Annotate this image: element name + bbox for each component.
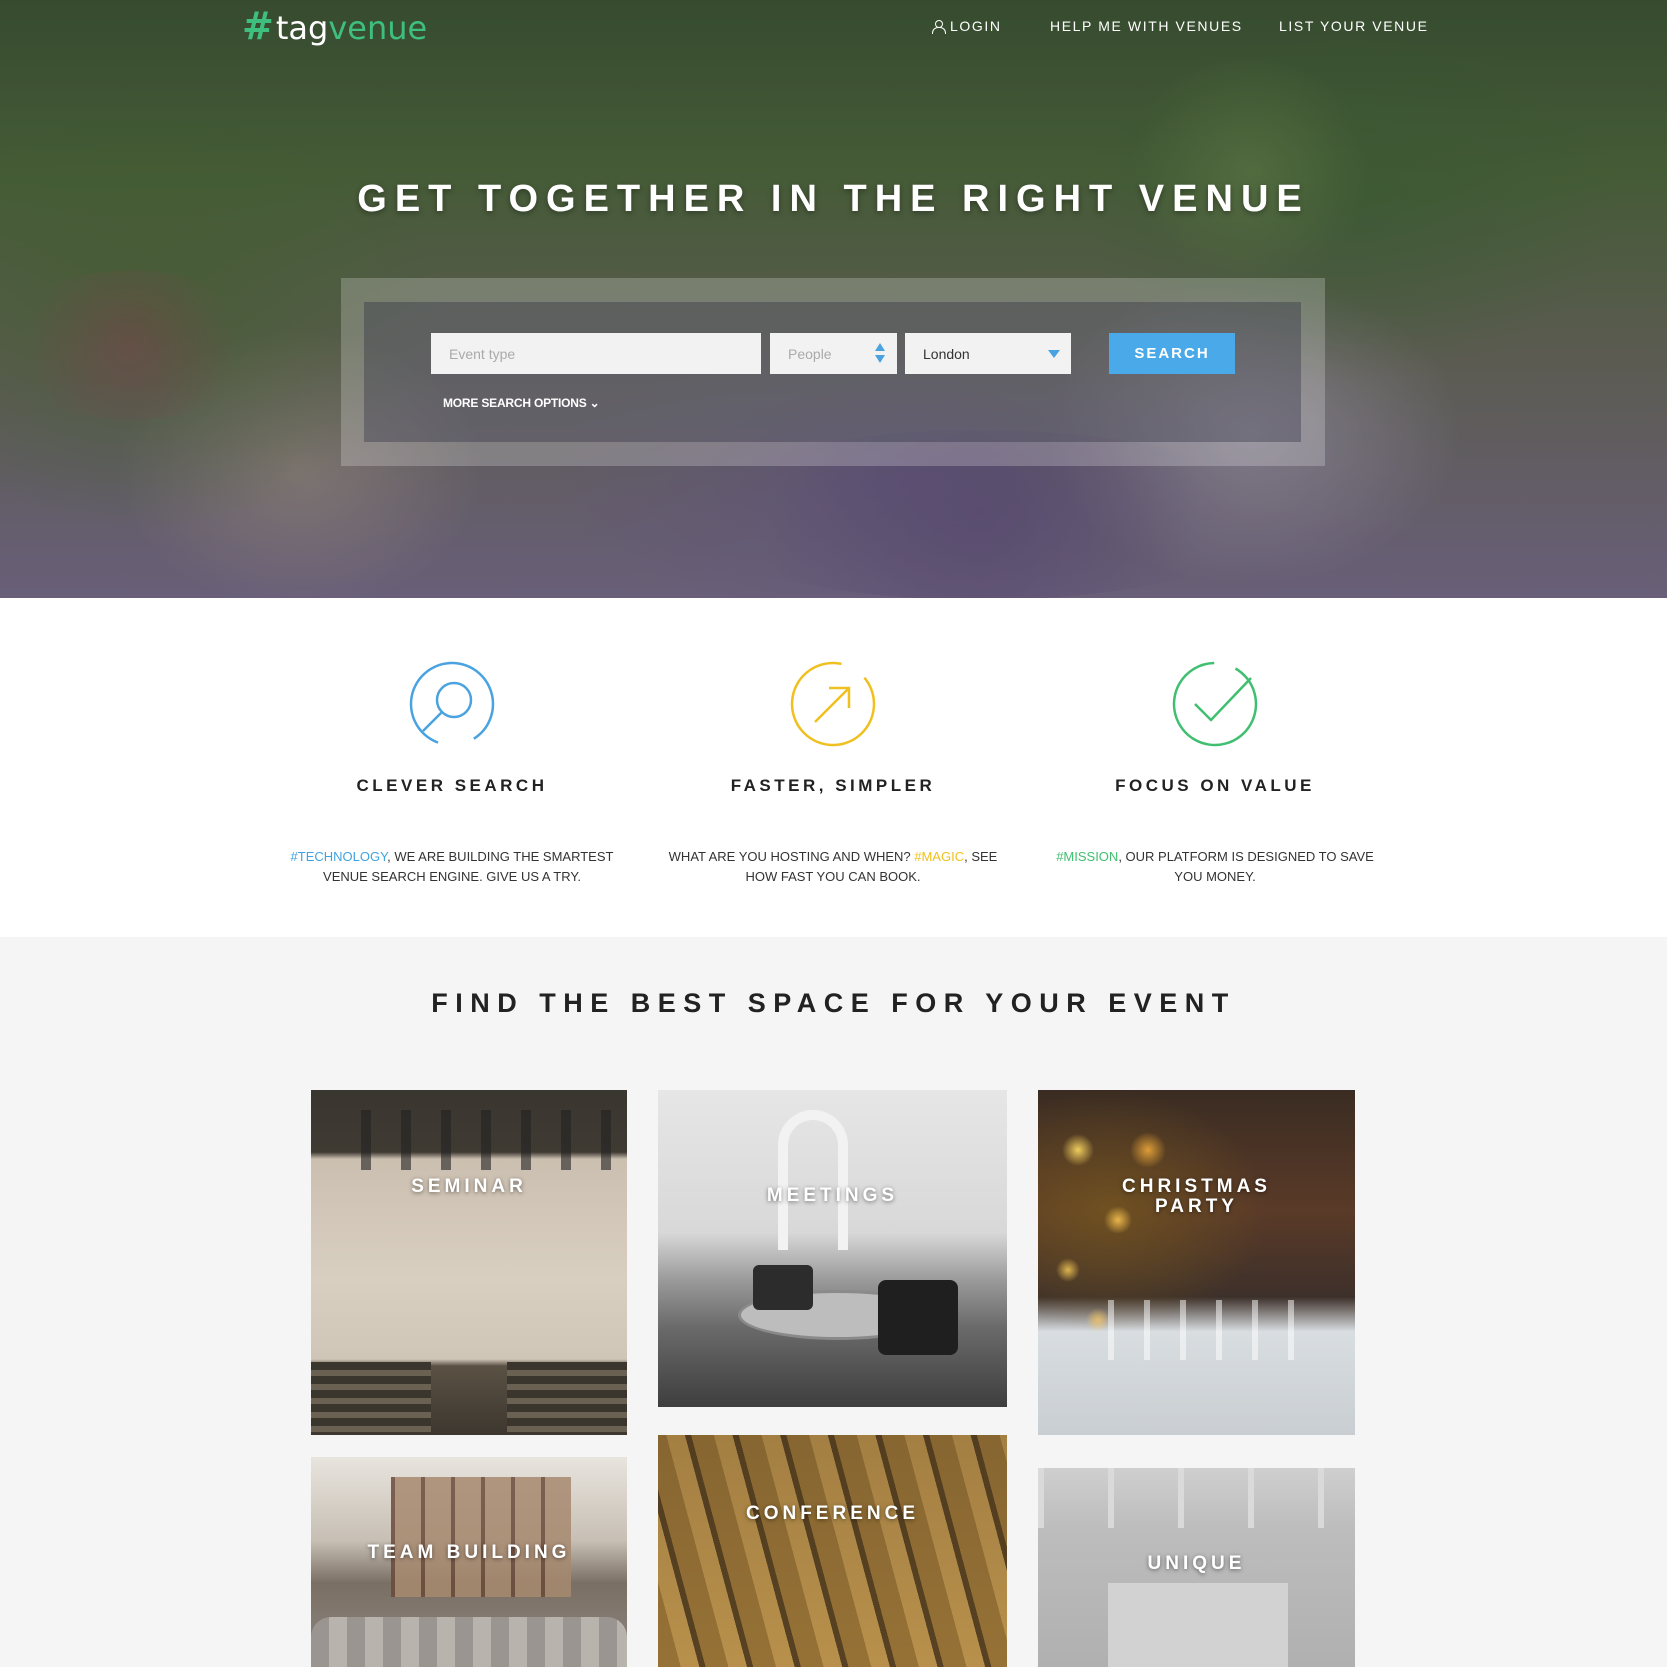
user-icon bbox=[932, 19, 946, 34]
mission-hashtag: #MISSION bbox=[1056, 849, 1119, 864]
tagvenue-logo[interactable]: # tag venue bbox=[242, 4, 427, 50]
tile-label-line2: PARTY bbox=[1155, 1196, 1238, 1217]
hero-banner: # tag venue LOGIN HELP ME WITH VENUES LI… bbox=[0, 0, 1667, 598]
technology-hashtag: #TECHNOLOGY bbox=[290, 849, 388, 864]
logo-hash: # bbox=[242, 4, 274, 48]
logo-tag: tag bbox=[275, 9, 329, 47]
tile-label: MEETINGS bbox=[766, 1185, 899, 1206]
features-section: CLEVER SEARCH #TECHNOLOGY, WE ARE BUILDI… bbox=[0, 598, 1667, 937]
seating-image bbox=[311, 1362, 431, 1432]
sofa-image bbox=[311, 1617, 627, 1667]
feature-description: #TECHNOLOGY, WE ARE BUILDING THE SMARTES… bbox=[282, 847, 622, 887]
list-your-venue-link[interactable]: LIST YOUR VENUE bbox=[1279, 18, 1429, 34]
check-icon bbox=[1172, 661, 1258, 747]
arrow-up-right-icon bbox=[790, 661, 876, 747]
bookshelf-image bbox=[391, 1477, 571, 1597]
chevron-down-icon bbox=[1048, 350, 1060, 358]
tile-label: CONFERENCE bbox=[745, 1503, 919, 1524]
search-button[interactable]: SEARCH bbox=[1109, 333, 1235, 374]
feature-description: #MISSION, OUR PLATFORM IS DESIGNED TO SA… bbox=[1045, 847, 1385, 887]
tile-label: SEMINAR bbox=[411, 1176, 527, 1197]
seating-image bbox=[507, 1362, 627, 1432]
feature-title: FASTER, SIMPLER bbox=[730, 776, 936, 795]
category-tile-seminar[interactable]: SEMINAR bbox=[311, 1090, 627, 1435]
magic-hashtag: #MAGIC bbox=[914, 849, 965, 864]
tile-label-line1: CHRISTMAS bbox=[1122, 1176, 1271, 1197]
search-icon bbox=[409, 661, 495, 747]
hero-title: GET TOGETHER IN THE RIGHT VENUE bbox=[357, 178, 1310, 220]
chair-image bbox=[878, 1280, 958, 1355]
feature-description: WHAT ARE YOU HOSTING AND WHEN? #MAGIC, S… bbox=[663, 847, 1003, 887]
help-me-with-venues-link[interactable]: HELP ME WITH VENUES bbox=[1050, 18, 1243, 34]
chairs-image bbox=[658, 1435, 1007, 1667]
category-tile-christmas-party[interactable]: CHRISTMAS PARTY bbox=[1038, 1090, 1355, 1435]
login-link[interactable]: LOGIN bbox=[932, 18, 1002, 34]
category-tile-team-building[interactable]: TEAM BUILDING bbox=[311, 1457, 627, 1667]
tile-label: UNIQUE bbox=[1147, 1553, 1246, 1574]
city-select-value: London bbox=[923, 345, 970, 362]
categories-heading: FIND THE BEST SPACE FOR YOUR EVENT bbox=[431, 988, 1236, 1018]
logo-venue: venue bbox=[328, 9, 428, 47]
wall-panel-image bbox=[1108, 1583, 1288, 1667]
stage-lights-image bbox=[331, 1110, 611, 1170]
people-stepper-arrows-icon[interactable] bbox=[875, 343, 885, 365]
tile-label: TEAM BUILDING bbox=[367, 1542, 571, 1563]
category-tile-unique[interactable]: UNIQUE bbox=[1038, 1468, 1355, 1667]
window-arch-image bbox=[778, 1110, 848, 1250]
feature-title: FOCUS ON VALUE bbox=[1115, 776, 1315, 795]
city-select[interactable]: London bbox=[905, 333, 1071, 374]
event-type-input[interactable] bbox=[431, 333, 761, 374]
feature-text-before: WHAT ARE YOU HOSTING AND WHEN? bbox=[668, 849, 915, 864]
category-tile-meetings[interactable]: MEETINGS bbox=[658, 1090, 1007, 1407]
ceiling-beams-image bbox=[1038, 1468, 1355, 1528]
feature-text-after: , OUR PLATFORM IS DESIGNED TO SAVE YOU M… bbox=[1118, 849, 1374, 884]
more-search-options-link[interactable]: MORE SEARCH OPTIONS ⌄ bbox=[443, 396, 600, 410]
table-setting-image bbox=[1078, 1300, 1298, 1360]
top-navigation: # tag venue LOGIN HELP ME WITH VENUES LI… bbox=[0, 0, 1667, 52]
category-tile-conference[interactable]: CONFERENCE bbox=[658, 1435, 1007, 1667]
login-label: LOGIN bbox=[950, 18, 1002, 34]
feature-title: CLEVER SEARCH bbox=[356, 776, 548, 795]
chair-image bbox=[753, 1265, 813, 1310]
